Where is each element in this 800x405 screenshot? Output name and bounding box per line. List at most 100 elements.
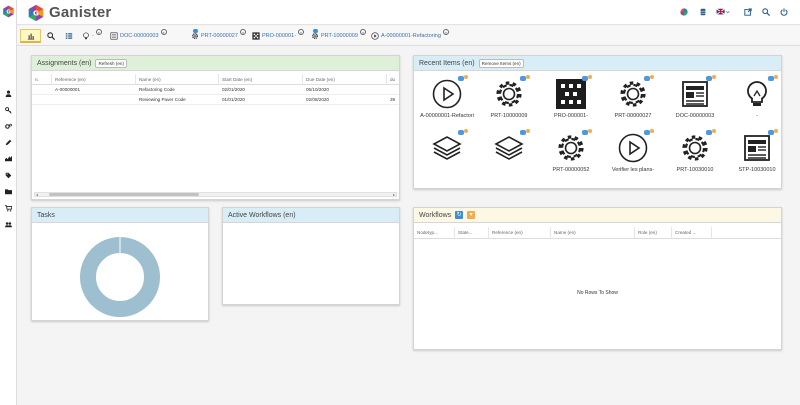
scroll-left-icon[interactable]: ◂ xyxy=(36,192,38,197)
recent-item[interactable] xyxy=(479,129,539,181)
tag-icon[interactable] xyxy=(4,171,13,180)
database-icon[interactable] xyxy=(698,7,708,17)
search-tab-button[interactable] xyxy=(45,29,57,43)
column-header[interactable]: State... xyxy=(455,227,489,238)
tab-item-4[interactable]: PRT-10000009 × xyxy=(310,28,366,42)
recent-item-label: PRT-00000052 xyxy=(552,167,590,173)
recent-item-label: PRT-00000027 xyxy=(614,113,652,119)
column-header[interactable]: Nodetyp... xyxy=(414,227,455,238)
column-header[interactable]: Name (en) xyxy=(136,74,219,84)
recent-item[interactable]: PRT-00000027 xyxy=(603,75,663,127)
play-icon xyxy=(370,32,379,41)
column-header[interactable]: Role (en) xyxy=(635,227,672,238)
users-icon[interactable] xyxy=(4,220,13,229)
chart-icon[interactable] xyxy=(4,154,13,163)
column-header[interactable]: n. xyxy=(32,74,52,84)
panel-title: Active Workflows (en) xyxy=(228,211,296,219)
layers-icon xyxy=(430,129,468,165)
recent-item[interactable]: STP-10030010 xyxy=(727,129,787,181)
tab-item-1[interactable]: DOC-00000003 × xyxy=(109,29,167,42)
search-icon xyxy=(47,32,55,40)
dashboard-tab-button[interactable] xyxy=(20,29,41,43)
tab-item-2[interactable]: PRT-00000027 × xyxy=(190,28,246,42)
close-icon[interactable]: × xyxy=(297,29,304,35)
tasks-donut-chart xyxy=(80,237,160,317)
close-icon[interactable]: × xyxy=(442,29,449,35)
grid-icon xyxy=(251,32,260,41)
external-link-icon[interactable] xyxy=(743,7,753,17)
close-icon[interactable]: × xyxy=(160,29,167,35)
tab-item-5[interactable]: A-00000001-Refactoring × xyxy=(370,29,449,42)
user-icon[interactable] xyxy=(4,89,13,98)
filter-icon[interactable]: ▾ xyxy=(467,211,476,219)
pencil-icon[interactable] xyxy=(4,138,13,147)
column-header[interactable]: Name (en) xyxy=(551,227,635,238)
power-icon[interactable] xyxy=(779,7,789,17)
folder-icon[interactable] xyxy=(4,187,13,196)
column-header[interactable]: Reference (en) xyxy=(52,74,136,84)
list-tab-button[interactable] xyxy=(63,29,75,43)
table-cell: 05/10/2020 xyxy=(306,87,329,92)
cart-icon[interactable] xyxy=(4,204,13,213)
column-header[interactable]: Due Date (en) xyxy=(303,74,387,84)
table-cell: Refactoring Code xyxy=(139,87,175,92)
close-icon[interactable]: × xyxy=(359,29,366,35)
logo-icon[interactable]: G xyxy=(2,5,15,18)
recent-item-label: DOC-00000003 xyxy=(675,113,715,119)
gear-icon xyxy=(678,129,716,165)
recent-item[interactable]: PRT-10030010 xyxy=(665,129,725,181)
refresh-icon[interactable]: ↻ xyxy=(455,211,464,219)
tasks-panel: Tasks xyxy=(31,207,209,321)
key-icon[interactable] xyxy=(4,106,13,115)
play-icon xyxy=(430,75,468,111)
close-icon[interactable]: × xyxy=(95,29,102,35)
status-dot xyxy=(712,75,716,79)
lightbulb-icon xyxy=(81,32,90,41)
no-rows-message: No Rows To Show xyxy=(577,290,618,296)
search-icon[interactable] xyxy=(761,7,771,17)
column-header[interactable]: Created ... xyxy=(672,227,712,238)
column-header[interactable]: Start Date (en) xyxy=(219,74,303,84)
cogs-icon[interactable] xyxy=(4,122,13,131)
gear-icon xyxy=(310,28,319,41)
recent-item[interactable]: DOC-00000003 xyxy=(665,75,725,127)
recent-item[interactable]: PRT-10000009 xyxy=(479,75,539,127)
recent-item-label: - xyxy=(756,113,758,119)
close-icon[interactable]: × xyxy=(239,29,246,35)
tab-item-3[interactable]: PRO-000001- × xyxy=(251,29,304,42)
recent-item-label: PRT-10000009 xyxy=(490,113,528,119)
language-flag-icon[interactable] xyxy=(715,7,731,17)
scroll-right-icon[interactable]: ▸ xyxy=(393,192,395,197)
recent-item-label: STP-10030010 xyxy=(738,167,776,173)
table-row[interactable]: A-00000001 Refactoring Code 02/01/2020 0… xyxy=(32,85,399,95)
recent-item[interactable]: A-00000001-Refactori xyxy=(417,75,477,127)
column-header[interactable]: Reference (en) xyxy=(489,227,551,238)
recent-item[interactable] xyxy=(417,129,477,181)
bar-chart-icon xyxy=(27,33,34,40)
column-header[interactable]: du xyxy=(387,74,399,84)
list-icon xyxy=(65,33,73,39)
workflows-grid-header: Nodetyp... State... Reference (en) Name … xyxy=(414,227,781,239)
refresh-button[interactable]: Refresh (en) xyxy=(95,58,127,68)
remove-items-button[interactable]: Remove Items (en) xyxy=(478,58,524,68)
newspaper-icon xyxy=(740,129,778,165)
tab-label: - xyxy=(92,33,94,39)
table-row[interactable]: Reviewing Paver Code 01/01/2020 02/08/20… xyxy=(32,95,399,105)
svg-text:G: G xyxy=(33,8,39,17)
active-workflows-panel: Active Workflows (en) xyxy=(222,207,400,305)
scrollbar-thumb[interactable] xyxy=(49,193,199,196)
recent-item[interactable]: PRT-00000052 xyxy=(541,129,601,181)
horizontal-scrollbar[interactable]: ◂ ▸ xyxy=(34,192,397,197)
color-wheel-icon[interactable] xyxy=(679,7,689,17)
tab-item-0[interactable]: - × xyxy=(81,29,102,42)
recent-item[interactable]: Verifier les plans- xyxy=(603,129,663,181)
brand[interactable]: G Ganister xyxy=(27,3,111,22)
assignments-panel: Assignments (en) Refresh (en) n. Referen… xyxy=(31,55,400,200)
donut-slice[interactable] xyxy=(80,237,160,317)
recent-item[interactable]: - xyxy=(727,75,787,127)
tab-label: PRT-00000027 xyxy=(201,33,238,39)
status-dot xyxy=(526,129,530,133)
table-cell xyxy=(387,85,399,94)
recent-item[interactable]: PRO-000001- xyxy=(541,75,601,127)
panel-title: Recent Items (en) xyxy=(419,59,475,67)
